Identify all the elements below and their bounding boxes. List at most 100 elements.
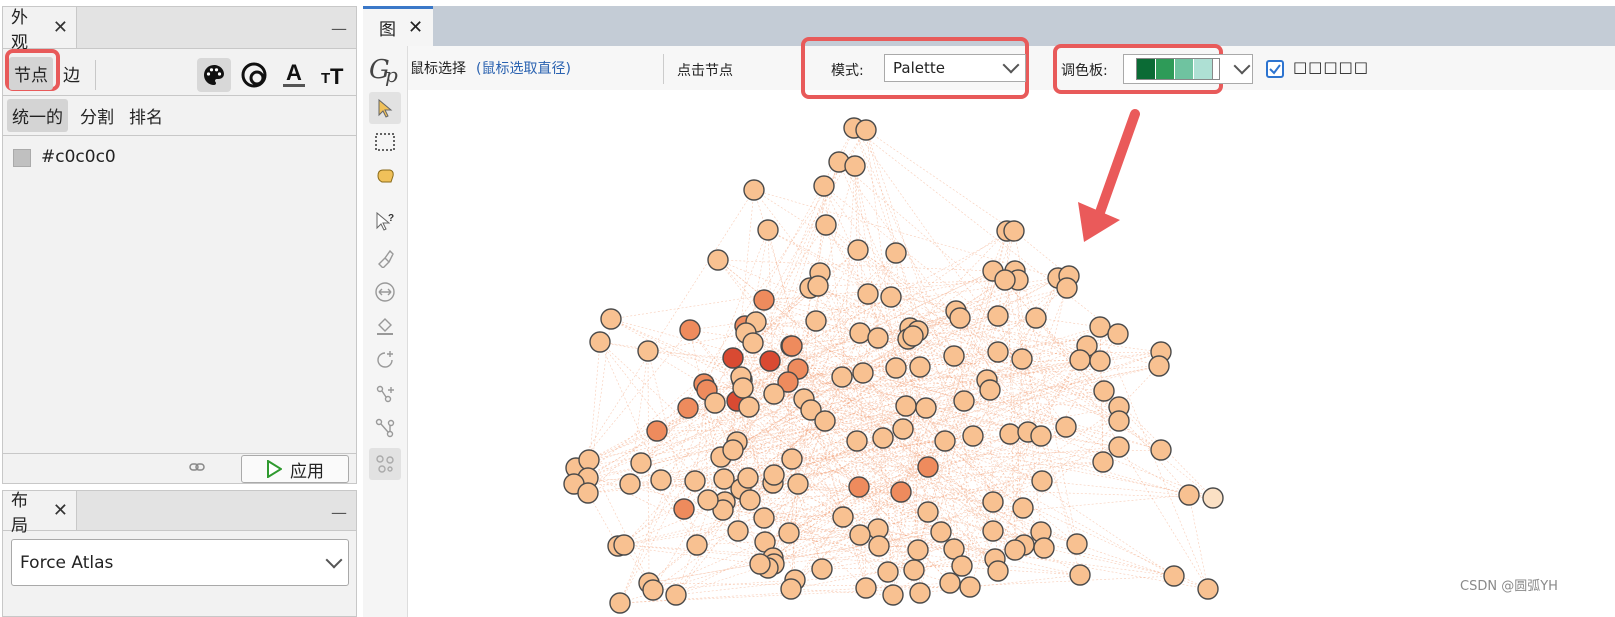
graph-node[interactable] <box>1031 470 1053 492</box>
drag-tool-button[interactable] <box>369 160 401 192</box>
graph-node[interactable] <box>895 395 917 417</box>
graph-node[interactable] <box>778 522 800 544</box>
graph-node[interactable] <box>1202 487 1224 509</box>
graph-node[interactable] <box>852 362 874 384</box>
graph-node[interactable] <box>686 534 708 556</box>
graph-node[interactable] <box>787 473 809 495</box>
brush-tool-button[interactable] <box>369 242 401 274</box>
graph-node[interactable] <box>1055 416 1077 438</box>
graph-node[interactable] <box>637 340 659 362</box>
graph-node[interactable] <box>589 331 611 353</box>
graph-node[interactable] <box>737 467 759 489</box>
graph-node[interactable] <box>882 584 904 606</box>
add-node-tool-button[interactable] <box>369 378 401 410</box>
graph-node[interactable] <box>1107 323 1129 345</box>
rect-select-tool-button[interactable] <box>369 126 401 158</box>
graph-node[interactable] <box>877 561 899 583</box>
graph-node[interactable] <box>939 572 961 594</box>
graph-node[interactable] <box>1033 537 1055 559</box>
graph-node[interactable] <box>953 390 975 412</box>
graph-node[interactable] <box>707 249 729 271</box>
graph-node[interactable] <box>763 464 785 486</box>
graph-node[interactable] <box>855 119 877 141</box>
graph-node[interactable] <box>949 307 971 329</box>
graph-node[interactable] <box>844 155 866 177</box>
graph-node[interactable] <box>1089 316 1111 338</box>
graph-node[interactable] <box>759 350 781 372</box>
graph-node[interactable] <box>1056 277 1078 299</box>
graph-node[interactable] <box>855 577 877 599</box>
graph-node[interactable] <box>1004 539 1026 561</box>
graph-node[interactable] <box>815 214 837 236</box>
tab-unique[interactable]: 统一的 <box>7 99 68 132</box>
graph-node[interactable] <box>849 524 871 546</box>
graph-node[interactable] <box>951 555 973 577</box>
label-color-button[interactable]: A <box>277 58 311 92</box>
graph-node[interactable] <box>1150 439 1172 461</box>
size-tool-button[interactable] <box>369 276 401 308</box>
color-swatch[interactable] <box>13 149 31 167</box>
graph-node[interactable] <box>704 392 726 414</box>
graph-node[interactable] <box>909 356 931 378</box>
graph-node[interactable] <box>763 383 785 405</box>
graph-node[interactable] <box>847 239 869 261</box>
graph-node[interactable] <box>1092 451 1114 473</box>
tab-layout[interactable]: 布局 ✕ <box>3 491 77 536</box>
graph-node[interactable] <box>892 418 914 440</box>
graph-node[interactable] <box>665 584 687 606</box>
graph-node[interactable] <box>646 420 668 442</box>
graph-node[interactable] <box>1069 349 1091 371</box>
graph-node[interactable] <box>1012 497 1034 519</box>
graph-node[interactable] <box>742 332 764 354</box>
graph-node[interactable] <box>902 325 924 347</box>
graph-node[interactable] <box>868 535 890 557</box>
heatmap-tool-button[interactable] <box>369 448 401 480</box>
graph-node[interactable] <box>619 473 641 495</box>
graph-node[interactable] <box>677 397 699 419</box>
rotate-tool-button[interactable] <box>369 344 401 376</box>
graph-node[interactable] <box>807 275 829 297</box>
graph-node[interactable] <box>679 319 701 341</box>
graph-node[interactable] <box>846 430 868 452</box>
graph-node[interactable] <box>727 520 749 542</box>
close-icon[interactable]: ✕ <box>53 500 68 521</box>
graph-node[interactable] <box>1030 425 1052 447</box>
select-tool-button[interactable] <box>369 92 401 124</box>
size-button[interactable] <box>237 58 271 92</box>
graph-node[interactable] <box>722 347 744 369</box>
graph-node[interactable] <box>781 448 803 470</box>
graph-node[interactable] <box>907 539 929 561</box>
graph-node[interactable] <box>1163 565 1185 587</box>
graph-node[interactable] <box>1108 410 1130 432</box>
graph-node[interactable] <box>600 308 622 330</box>
graph-node[interactable] <box>903 559 925 581</box>
graph-node[interactable] <box>979 379 1001 401</box>
layout-algorithm-select[interactable]: Force Atlas <box>11 539 349 586</box>
graph-node[interactable] <box>930 521 952 543</box>
graph-node[interactable] <box>781 335 803 357</box>
graph-node[interactable] <box>630 452 652 474</box>
graph-node[interactable] <box>697 489 719 511</box>
graph-node[interactable] <box>1148 355 1170 377</box>
graph-node[interactable] <box>867 327 889 349</box>
graph-node[interactable] <box>1003 220 1025 242</box>
graph-node[interactable] <box>1025 307 1047 329</box>
graph-node[interactable] <box>999 423 1021 445</box>
graph-node[interactable] <box>577 482 599 504</box>
graph-node[interactable] <box>994 269 1016 291</box>
graph-node[interactable] <box>749 553 771 575</box>
graph-canvas[interactable] <box>408 90 1615 617</box>
graph-node[interactable] <box>857 283 879 305</box>
minimize-button[interactable]: — <box>331 503 347 522</box>
mode-select[interactable]: Palette <box>884 54 1026 82</box>
tab-edges[interactable]: 边 <box>58 57 85 90</box>
graph-node[interactable] <box>915 397 937 419</box>
graph-node[interactable] <box>885 357 907 379</box>
tab-nodes[interactable]: 节点 <box>9 57 53 90</box>
graph-node[interactable] <box>1197 578 1219 600</box>
graph-node[interactable] <box>578 449 600 471</box>
graph-node[interactable] <box>962 425 984 447</box>
graph-node[interactable] <box>642 579 664 601</box>
graph-node[interactable] <box>872 427 894 449</box>
graph-node[interactable] <box>753 289 775 311</box>
